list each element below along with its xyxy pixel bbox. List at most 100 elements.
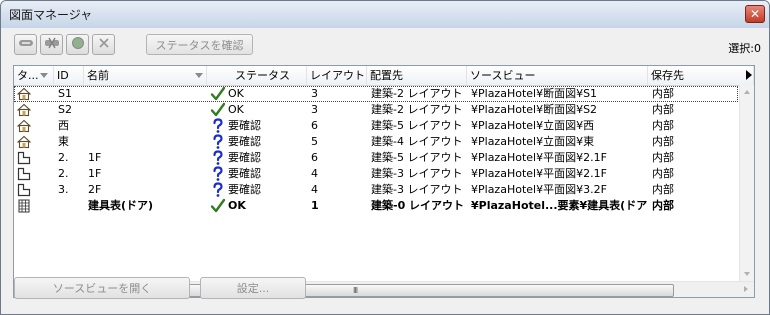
row-id: 3.	[58, 183, 69, 196]
row-layout: 5	[311, 135, 318, 148]
column-header-storage[interactable]: 保存先	[648, 66, 754, 85]
delete-icon	[98, 37, 110, 52]
row-id: S1	[58, 87, 72, 100]
row-storage: 内部	[652, 103, 674, 116]
row-name	[88, 118, 206, 134]
row-source-view: ¥PlazaHotel¥平面図¥2.1F	[471, 167, 607, 180]
row-source-view: ¥PlazaHotel¥立面図¥西	[471, 119, 595, 132]
question-icon	[211, 166, 225, 182]
row-placement: 建築-2 レイアウト	[371, 87, 463, 100]
row-source-view: ¥PlazaHotel¥立面図¥東	[471, 135, 595, 148]
close-icon: ✕	[749, 7, 761, 21]
table-row[interactable]: S1 OK 3 建築-2 レイアウト ¥PlazaHotel¥断面図¥S1 内部	[14, 86, 738, 102]
question-icon	[211, 134, 225, 150]
row-layout: 1	[311, 199, 319, 212]
row-layout: 3	[311, 87, 318, 100]
row-id: 東	[58, 135, 69, 148]
scroll-grip: III	[353, 286, 358, 295]
row-id: 2.	[58, 167, 69, 180]
table-row[interactable]: 西 要確認 6 建築-5 レイアウト ¥PlazaHotel¥立面図¥西 内部	[14, 118, 738, 134]
row-status: 要確認	[228, 183, 261, 196]
floorplan-icon	[17, 167, 31, 183]
column-header-id[interactable]: ID	[54, 66, 84, 85]
chevron-down-icon	[195, 73, 203, 78]
window-title: 図面マネージャ	[9, 8, 93, 22]
row-name	[88, 102, 206, 118]
row-storage: 内部	[652, 199, 674, 212]
column-header-name[interactable]: 名前	[84, 66, 207, 85]
table-row[interactable]: 2. 1F 要確認 4 建築-3 レイアウト ¥PlazaHotel¥平面図¥2.1F 内部	[14, 166, 738, 182]
row-source-view: ¥PlazaHotel...要素¥建具表(ドア)	[471, 199, 647, 212]
floorplan-icon	[17, 151, 31, 167]
column-header-status[interactable]: ステータス	[207, 66, 307, 85]
scroll-right-icon[interactable]	[744, 286, 748, 292]
dialog-body: ステータスを確認 選択:0 タ... ID 名前 ステータス レイアウト... …	[3, 28, 767, 312]
list-header: タ... ID 名前 ステータス レイアウト... 配置先 ソースビュー 保存先	[14, 66, 754, 86]
row-layout: 3	[311, 103, 318, 116]
row-name	[88, 134, 206, 150]
chevron-right-icon[interactable]	[746, 70, 752, 80]
table-row[interactable]: S2 OK 3 建築-2 レイアウト ¥PlazaHotel¥断面図¥S2 内部	[14, 102, 738, 118]
selection-count: 選択:0	[728, 42, 761, 55]
row-placement: 建築-5 レイアウト	[371, 151, 463, 164]
question-icon	[211, 182, 225, 198]
delete-button[interactable]	[92, 34, 115, 55]
break-link-icon	[44, 37, 60, 52]
column-header-placement[interactable]: 配置先	[367, 66, 467, 85]
settings-button[interactable]: 設定...	[200, 277, 306, 299]
close-button[interactable]: ✕	[745, 5, 765, 23]
row-id: 西	[58, 119, 69, 132]
row-storage: 内部	[652, 87, 674, 100]
row-placement: 建築-4 レイアウト	[371, 135, 463, 148]
open-source-view-button[interactable]: ソースビューを開く	[14, 277, 190, 299]
link-icon	[18, 38, 34, 51]
row-status: 要確認	[228, 167, 261, 180]
row-storage: 内部	[652, 167, 674, 180]
table-row[interactable]: 3. 2F 要確認 4 建築-3 レイアウト ¥PlazaHotel¥平面図¥3.2F 内部	[14, 182, 738, 198]
row-placement: 建築-0 レイアウト	[371, 199, 465, 212]
table-row[interactable]: 東 要確認 5 建築-4 レイアウト ¥PlazaHotel¥立面図¥東 内部	[14, 134, 738, 150]
row-status: OK	[228, 87, 244, 100]
scroll-down-icon[interactable]	[744, 272, 750, 276]
column-header-source-view[interactable]: ソースビュー	[467, 66, 648, 85]
check-icon	[210, 198, 226, 214]
update-button[interactable]	[66, 34, 89, 55]
row-name: 1F	[88, 151, 102, 164]
row-name: 建具表(ドア)	[88, 199, 154, 212]
row-status: OK	[228, 199, 246, 212]
row-placement: 建築-5 レイアウト	[371, 119, 463, 132]
column-header-type-label: タ...	[17, 69, 39, 82]
row-placement: 建築-3 レイアウト	[371, 183, 463, 196]
house-icon	[16, 87, 32, 103]
drawing-list: タ... ID 名前 ステータス レイアウト... 配置先 ソースビュー 保存先…	[13, 65, 755, 298]
schedule-icon	[17, 199, 31, 215]
column-header-layout[interactable]: レイアウト...	[307, 66, 367, 85]
column-header-name-label: 名前	[87, 69, 109, 82]
row-id	[58, 198, 84, 214]
vertical-scrollbar[interactable]	[739, 85, 754, 281]
row-source-view: ¥PlazaHotel¥平面図¥3.2F	[471, 183, 607, 196]
column-header-type[interactable]: タ...	[14, 66, 54, 85]
row-name: 2F	[88, 183, 102, 196]
link-button[interactable]	[14, 34, 37, 55]
row-placement: 建築-2 レイアウト	[371, 103, 463, 116]
row-status: 要確認	[228, 151, 261, 164]
update-icon	[71, 36, 85, 53]
row-status: 要確認	[228, 119, 261, 132]
house-icon	[16, 103, 32, 119]
house-icon	[16, 119, 32, 135]
chevron-down-icon	[40, 73, 48, 78]
row-name: 1F	[88, 167, 102, 180]
scroll-up-icon[interactable]	[744, 90, 750, 94]
row-status: 要確認	[228, 135, 261, 148]
table-row[interactable]: 建具表(ドア) OK 1 建築-0 レイアウト ¥PlazaHotel...要素¥建具表…	[14, 198, 738, 214]
confirm-status-button[interactable]: ステータスを確認	[146, 34, 253, 55]
table-row[interactable]: 2. 1F 要確認 6 建築-5 レイアウト ¥PlazaHotel¥平面図¥2.1F 内部	[14, 150, 738, 166]
drawing-manager-window: 図面マネージャ ✕ ステータスを確認 選択:0 タ... ID 名前 ステータス…	[0, 0, 770, 315]
row-layout: 6	[311, 151, 318, 164]
row-source-view: ¥PlazaHotel¥平面図¥2.1F	[471, 151, 607, 164]
break-link-button[interactable]	[40, 34, 63, 55]
check-icon	[210, 102, 226, 118]
row-layout: 4	[311, 167, 318, 180]
title-bar: 図面マネージャ ✕	[1, 1, 769, 28]
